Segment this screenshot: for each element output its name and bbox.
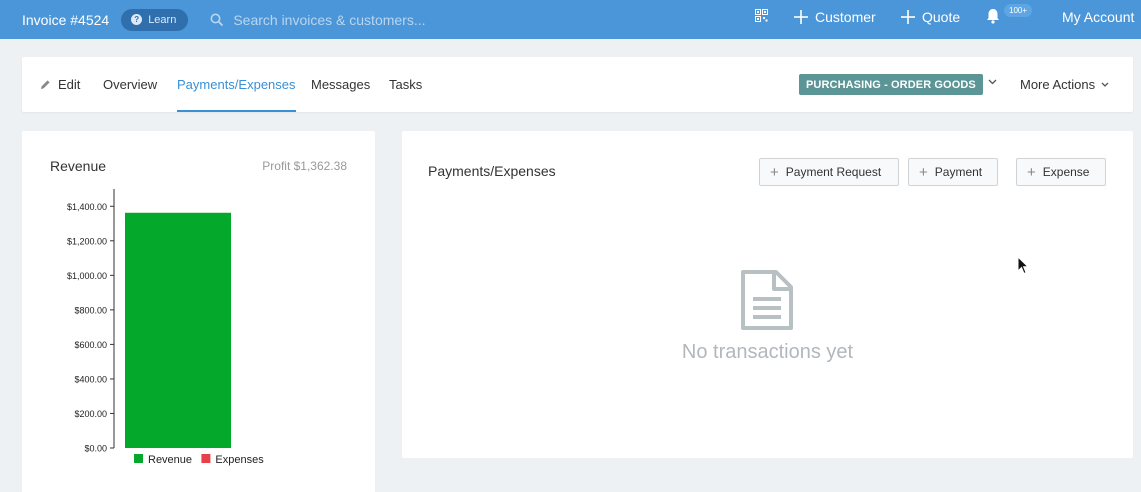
y-tick-label: $1,000.00 [67,271,107,281]
my-account-label: My Account [1062,8,1135,25]
customer-label: Customer [815,8,876,25]
y-tick-label: $1,400.00 [67,202,107,212]
pencil-icon [41,80,50,89]
search-input[interactable] [233,11,534,28]
tab-tasks-label: Tasks [389,77,423,92]
payment-label: Payment [934,165,983,179]
payments-expenses-card: Payments/Expenses + Payment Request + Pa… [402,131,1133,458]
payments-expenses-title: Payments/Expenses [428,163,556,179]
notifications-badge: 100+ [1004,4,1033,17]
search-icon [210,13,224,26]
my-account-menu[interactable]: My Account [1062,0,1134,33]
qr-code-icon[interactable] [755,9,768,22]
legend-swatch [134,454,143,463]
tab-messages-label: Messages [311,77,371,92]
more-actions-label: More Actions [1020,77,1096,92]
payment-request-label: Payment Request [785,165,882,179]
revenue-card: Revenue Profit $1,362.38 $0.00 $200.00 $40… [22,131,375,492]
add-expense-button[interactable]: + Expense [1016,158,1106,186]
plus-icon [794,9,808,24]
tab-overview-label: Overview [103,77,158,92]
revenue-bar [125,212,231,448]
tab-edit-label: Edit [58,77,81,92]
plus-icon [901,9,915,24]
invoice-tabs-bar: Edit Overview Payments/Expenses Messages… [22,57,1133,112]
revenue-chart: $0.00 $200.00 $400.00 $600.00 $800.00 $1,000.… [67,189,264,466]
new-customer-button[interactable]: Customer [794,0,876,33]
y-tick-label: $200.00 [74,409,107,419]
empty-state-message: No transactions yet [681,341,854,363]
quote-label: Quote [922,8,961,25]
tab-payments-expenses-label: Payments/Expenses [177,77,296,92]
mouse-cursor-icon [1017,256,1029,275]
legend-label: Revenue [148,454,192,466]
notifications-button[interactable] [986,8,1000,29]
legend-label: Expenses [215,454,264,466]
plus-icon: + [1027,163,1036,181]
new-quote-button[interactable]: Quote [901,0,960,33]
tab-edit[interactable]: Edit [40,57,80,112]
tab-payments-expenses[interactable]: Payments/Expenses [177,57,296,112]
tab-tasks[interactable]: Tasks [389,57,422,112]
y-tick-label: $0.00 [84,444,107,454]
learn-label: Learn [148,13,177,26]
y-tick-label: $1,200.00 [67,236,107,246]
y-tick-label: $400.00 [74,374,107,384]
status-badge[interactable]: PURCHASING - ORDER GOODS [799,74,983,95]
expense-label: Expense [1042,165,1090,179]
y-tick-label: $800.00 [74,305,107,315]
help-icon: ? [131,14,143,25]
chevron-down-icon [1101,82,1109,87]
invoice-title: Invoice #4524 [22,11,110,28]
tab-messages[interactable]: Messages [311,57,370,112]
learn-button[interactable]: ? Learn [121,8,189,31]
bell-icon [987,9,999,24]
top-navigation-bar: Invoice #4524 ? Learn Customer Quote [0,0,1141,39]
payment-request-button[interactable]: + Payment Request [759,158,899,186]
add-payment-button[interactable]: + Payment [908,158,998,186]
more-actions-menu[interactable]: More Actions [1020,57,1109,112]
y-tick-label: $600.00 [74,340,107,350]
document-icon [741,270,793,330]
search-bar [210,11,534,28]
chevron-down-icon[interactable] [988,79,997,85]
plus-icon: + [770,163,779,181]
tab-overview[interactable]: Overview [103,57,157,112]
legend-swatch [201,454,211,463]
plus-icon: + [919,163,928,181]
